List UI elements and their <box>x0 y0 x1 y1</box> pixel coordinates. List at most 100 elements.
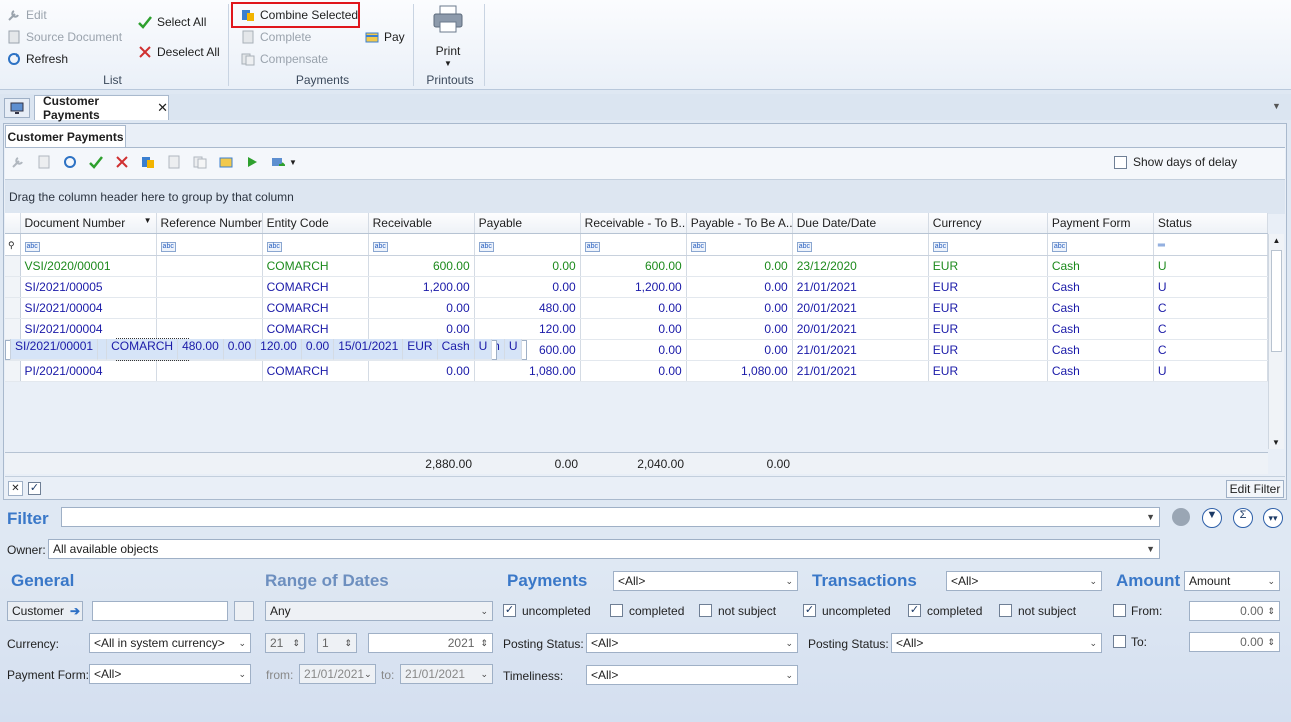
table-cell[interactable]: 21/01/2021 <box>792 339 929 361</box>
table-cell[interactable]: EUR <box>928 297 1048 319</box>
table-cell[interactable] <box>156 297 263 319</box>
day-stepper[interactable]: 21 ⇕ <box>265 633 305 653</box>
table-row[interactable]: SI/2021/00004 COMARCH 0.00 120.00 0.00 0.00 20… <box>5 318 1269 340</box>
table-cell[interactable]: 20/01/2021 <box>792 297 929 319</box>
filter-enabled-checkbox[interactable]: ✓ <box>28 482 41 495</box>
spin-icon[interactable]: ⇕ <box>1267 606 1275 617</box>
payments-completed-checkbox[interactable] <box>610 604 623 617</box>
column-header[interactable]: Payable <box>474 213 581 234</box>
payments-posting-select[interactable]: <All> ⌄ <box>586 633 798 653</box>
funnel-icon[interactable]: ▼ <box>1202 508 1222 528</box>
column-header[interactable]: Status <box>1153 213 1269 234</box>
table-cell[interactable]: C <box>1153 297 1269 319</box>
table-cell[interactable]: 21/01/2021 <box>792 360 929 382</box>
timeliness-select[interactable]: <All> ⌄ <box>586 665 798 685</box>
desktop-tab[interactable] <box>4 98 30 118</box>
table-cell[interactable]: VSI/2020/00001 <box>20 255 157 277</box>
close-icon[interactable]: ✕ <box>157 100 168 116</box>
filter-input[interactable]: ▼ <box>61 507 1160 527</box>
table-cell[interactable]: 0.00 <box>223 339 257 360</box>
table-cell[interactable] <box>98 339 108 360</box>
table-cell[interactable]: 0.00 <box>474 255 581 277</box>
transactions-uncompleted-checkbox[interactable]: ✓ <box>803 604 816 617</box>
column-filter-cell[interactable]: abc <box>580 233 687 256</box>
table-cell[interactable]: 0.00 <box>474 276 581 298</box>
column-filter-cell[interactable]: abc <box>792 233 929 256</box>
payment-form-select[interactable]: <All> ⌄ <box>89 664 251 684</box>
transactions-completed-checkbox[interactable]: ✓ <box>908 604 921 617</box>
wrench-icon[interactable] <box>11 155 25 169</box>
expand-icon[interactable]: ▾▾ <box>1263 508 1283 528</box>
scroll-down-icon[interactable]: ▼ <box>1269 438 1283 447</box>
table-cell[interactable]: 1,200.00 <box>368 276 475 298</box>
table-cell[interactable]: EUR <box>928 339 1048 361</box>
from-date-input[interactable]: 21/01/2021 ⌄ <box>299 664 376 684</box>
table-row[interactable]: PI/2021/00004 COMARCH 0.00 1,080.00 0.00 1,08… <box>5 360 1269 382</box>
refresh-icon[interactable] <box>63 155 77 169</box>
table-cell[interactable]: 0.00 <box>580 297 687 319</box>
sum-icon[interactable]: Σ <box>1233 508 1253 528</box>
table-cell[interactable] <box>156 360 263 382</box>
tab-menu-chevron-icon[interactable]: ▼ <box>1272 101 1281 111</box>
table-cell[interactable]: COMARCH <box>262 318 369 340</box>
table-cell[interactable]: 1,200.00 <box>580 276 687 298</box>
column-filter-cell[interactable]: abc <box>156 233 263 256</box>
table-cell[interactable]: EUR <box>928 276 1048 298</box>
table-cell[interactable]: 1,080.00 <box>686 360 793 382</box>
combine-icon[interactable] <box>141 155 155 169</box>
chevron-down-icon[interactable]: ▼ <box>1146 544 1155 554</box>
combine-selected-button[interactable]: Combine Selected <box>231 2 360 28</box>
spin-icon[interactable]: ⇕ <box>480 638 488 649</box>
column-filter-cell[interactable]: ═ <box>1153 233 1269 256</box>
table-cell[interactable]: COMARCH <box>262 360 369 382</box>
amount-from-stepper[interactable]: 0.00 ⇕ <box>1189 601 1280 621</box>
table-cell[interactable]: EUR <box>403 339 438 360</box>
table-cell[interactable] <box>156 255 263 277</box>
gear-icon[interactable] <box>1172 508 1190 526</box>
table-row[interactable]: SI/2021/00004 COMARCH 0.00 480.00 0.00 0.00 20… <box>5 297 1269 319</box>
cross-icon[interactable] <box>115 155 129 169</box>
owner-select[interactable]: All available objects ▼ <box>48 539 1160 559</box>
table-cell[interactable]: Cash <box>437 339 475 360</box>
date-range-select[interactable]: Any ⌄ <box>265 601 493 621</box>
table-cell[interactable]: Cash <box>1047 276 1154 298</box>
amount-to-checkbox[interactable] <box>1113 635 1126 648</box>
export-icon[interactable] <box>271 155 287 169</box>
compensate-button[interactable]: Compensate <box>241 49 328 69</box>
year-stepper[interactable]: 2021 ⇕ <box>368 633 493 653</box>
pay-icon[interactable] <box>219 155 233 169</box>
show-days-checkbox[interactable] <box>1114 156 1127 169</box>
table-cell[interactable]: COMARCH <box>262 276 369 298</box>
table-cell[interactable]: 0.00 <box>368 297 475 319</box>
table-cell[interactable]: 0.00 <box>368 360 475 382</box>
checkmark-icon[interactable] <box>89 155 103 169</box>
payments-not-subject-checkbox[interactable] <box>699 604 712 617</box>
table-row[interactable]: SI/2021/00005 COMARCH 1,200.00 0.00 1,200.00… <box>5 276 1269 298</box>
table-cell[interactable]: 480.00 <box>178 339 224 360</box>
table-cell[interactable]: 0.00 <box>368 318 475 340</box>
edit-button[interactable]: Edit <box>7 5 47 25</box>
table-cell[interactable]: 0.00 <box>686 297 793 319</box>
table-cell[interactable]: 21/01/2021 <box>792 276 929 298</box>
table-cell[interactable]: 1,080.00 <box>474 360 581 382</box>
row-indicator[interactable] <box>5 255 21 277</box>
month-stepper[interactable]: 1 ⇕ <box>317 633 357 653</box>
table-cell[interactable]: COMARCH <box>107 339 179 360</box>
table-cell[interactable]: 480.00 <box>474 297 581 319</box>
table-cell[interactable]: 0.00 <box>580 360 687 382</box>
table-cell[interactable]: 0.00 <box>686 255 793 277</box>
table-cell[interactable]: 600.00 <box>368 255 475 277</box>
play-icon[interactable] <box>245 155 259 169</box>
table-cell[interactable]: PI/2021/00004 <box>20 360 157 382</box>
complete-button[interactable]: Complete <box>241 27 311 47</box>
table-cell[interactable]: Cash <box>1047 255 1154 277</box>
table-cell[interactable]: COMARCH <box>262 255 369 277</box>
table-cell[interactable]: EUR <box>928 360 1048 382</box>
table-cell[interactable]: Cash <box>1047 318 1154 340</box>
transactions-not-subject-checkbox[interactable] <box>999 604 1012 617</box>
table-cell[interactable]: U <box>1153 360 1269 382</box>
table-cell[interactable]: SI/2021/00004 <box>20 297 157 319</box>
tab-customer-payments[interactable]: Customer Payments ✕ <box>34 94 169 122</box>
amount-from-checkbox[interactable] <box>1113 604 1126 617</box>
table-cell[interactable]: 0.00 <box>686 318 793 340</box>
